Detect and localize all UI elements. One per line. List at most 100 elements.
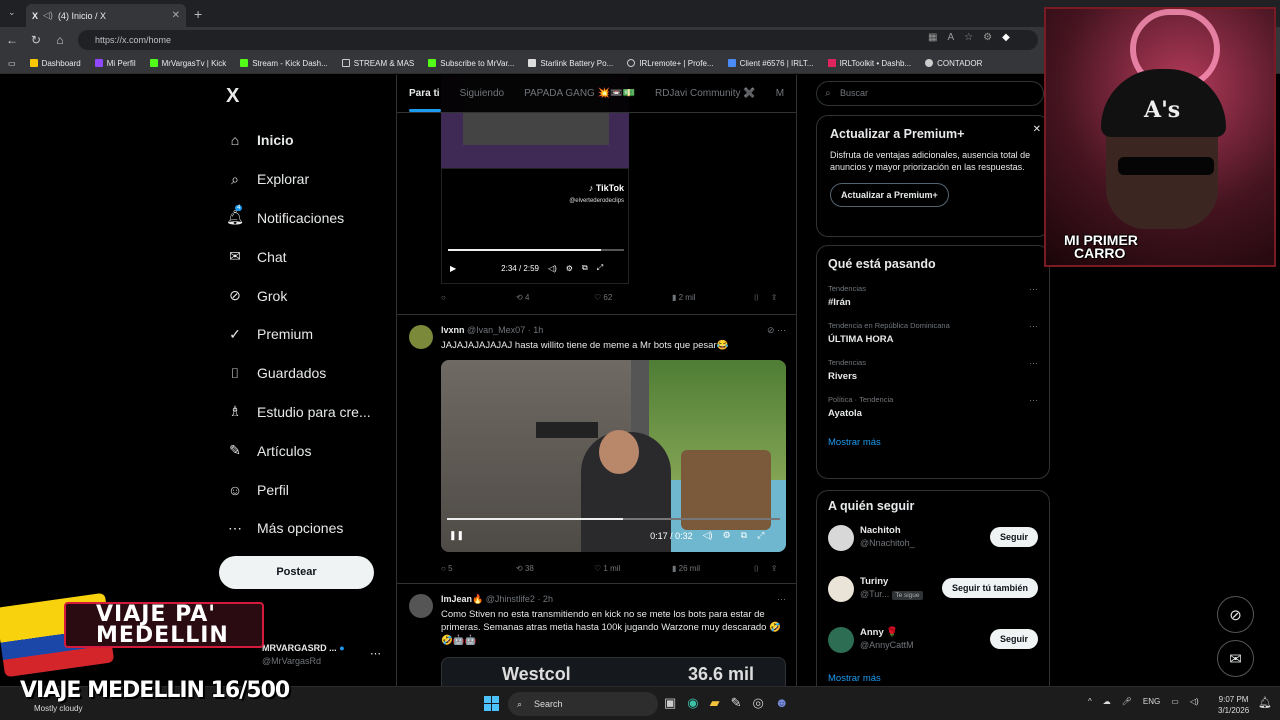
extension-icon[interactable]: ⚙	[983, 32, 992, 43]
close-tab-icon[interactable]: ✕	[172, 10, 180, 21]
author-name[interactable]: lvxnn	[441, 325, 465, 335]
tweet-media-preview[interactable]: Westcol 36.6 mil	[441, 657, 786, 686]
reply-button[interactable]: ○ 5	[441, 564, 516, 574]
sidebar-item-explorar[interactable]: ⌕ Explorar	[226, 160, 371, 199]
video-progress-bar[interactable]	[447, 518, 780, 520]
read-aloud-icon[interactable]: A	[947, 32, 954, 43]
tab-para-ti[interactable]: Para ti	[409, 88, 441, 112]
trend-item[interactable]: Tendencias #Irán ⋯	[828, 284, 1038, 308]
favorite-star-icon[interactable]: ☆	[964, 32, 973, 43]
tweet-time[interactable]: · 2h	[537, 594, 553, 604]
settings-icon[interactable]: ⚙	[566, 264, 573, 273]
file-explorer-icon[interactable]: ▰	[710, 695, 720, 711]
trend-more-icon[interactable]: ⋯	[1029, 284, 1038, 295]
follow-button[interactable]: Seguir	[989, 527, 1038, 547]
bookmark-item[interactable]: Mi Perfil	[94, 59, 136, 68]
avatar[interactable]	[409, 325, 433, 349]
views-button[interactable]: ▮ 2 mil	[672, 293, 754, 303]
tab-rdjavi-community[interactable]: RDJavi Community ✖️	[655, 88, 756, 99]
repost-button[interactable]: ⟲ 4	[516, 293, 594, 303]
tab-papada-gang[interactable]: PAPADA GANG 💥📼💵	[524, 88, 635, 99]
follow-back-button[interactable]: Seguir tú también	[941, 578, 1038, 598]
start-button[interactable]	[484, 696, 499, 711]
sidebar-item-mas-opciones[interactable]: ⋯ Más opciones	[226, 509, 371, 548]
taskbar-search[interactable]: ⌕ Search	[508, 692, 658, 716]
bookmark-item[interactable]: Client #6576 | IRLT...	[727, 59, 814, 68]
avatar[interactable]	[828, 576, 854, 602]
repost-button[interactable]: ⟲ 38	[516, 564, 594, 574]
share-icon[interactable]: ⇪	[771, 293, 778, 303]
trend-more-icon[interactable]: ⋯	[1029, 358, 1038, 369]
sidebar-item-grok[interactable]: ⊘ Grok	[226, 276, 371, 315]
search-input[interactable]: ⌕ Buscar	[816, 81, 1044, 106]
app-icon[interactable]: ✎	[731, 695, 742, 711]
fullscreen-icon[interactable]: ⤢	[597, 263, 603, 273]
weather-widget[interactable]: Mostly cloudy	[34, 704, 82, 713]
bookmark-item[interactable]: Stream - Kick Dash...	[240, 59, 328, 68]
sidebar-item-chat[interactable]: ✉ Chat	[226, 237, 371, 276]
pip-icon[interactable]: ⧉	[582, 263, 588, 273]
network-icon[interactable]: ▭	[1171, 697, 1179, 706]
bookmark-item[interactable]: CONTADOR	[925, 59, 982, 68]
fullscreen-icon[interactable]: ⤢	[757, 530, 764, 541]
pause-icon[interactable]: ❚❚	[449, 530, 464, 541]
sidebar-item-guardados[interactable]: ⌷ Guardados	[226, 354, 371, 393]
tweet-time[interactable]: · 1h	[528, 325, 544, 335]
author-handle[interactable]: @Jhinstlife2	[486, 594, 535, 604]
tweet[interactable]: ImJean🔥 @Jhinstlife2 · 2h ⋯ Como Stiven …	[397, 583, 796, 686]
bookmark-action-icon[interactable]: ⌷	[754, 564, 759, 574]
play-icon[interactable]: ▶	[450, 264, 456, 273]
avatar[interactable]	[828, 627, 854, 653]
app-icon[interactable]: ▦	[928, 32, 937, 43]
bookmark-item[interactable]: ▭	[8, 59, 16, 68]
like-button[interactable]: ♡ 1 mil	[594, 564, 672, 574]
sidebar-item-notificaciones[interactable]: 🔔︎ 4 Notificaciones	[226, 199, 371, 238]
sidebar-item-perfil[interactable]: ☺ Perfil	[226, 470, 371, 509]
tab-more[interactable]: M	[776, 88, 784, 99]
upgrade-premium-button[interactable]: Actualizar a Premium+	[830, 183, 949, 207]
new-tab-icon[interactable]: +	[194, 6, 202, 22]
follow-suggestion[interactable]: Turiny @Tur... Te sigue Seguir tú también	[828, 572, 1038, 615]
tweet-more-icon[interactable]: ⊘ ⋯	[767, 325, 786, 336]
avatar[interactable]	[409, 594, 433, 618]
bookmark-item[interactable]: Subscribe to MrVar...	[428, 59, 514, 68]
bookmark-item[interactable]: Starlink Battery Po...	[528, 59, 613, 68]
extension-diamond-icon[interactable]: ◆	[1002, 32, 1010, 43]
bookmark-item[interactable]: IRLToolkit • Dashb...	[827, 59, 911, 68]
language-indicator[interactable]: ENG	[1143, 697, 1160, 706]
trend-item[interactable]: Tendencia en República Dominicana ÚLTIMA …	[828, 321, 1038, 345]
follow-suggestion[interactable]: Nachitoh @Nnachitoh_ Seguir	[828, 521, 1038, 564]
grok-float-icon[interactable]: ⊘	[1217, 596, 1254, 633]
task-view-icon[interactable]: ▣	[664, 695, 676, 711]
trend-item[interactable]: Política · Tendencia Ayatola ⋯	[828, 395, 1038, 419]
audio-icon[interactable]: ◁)	[43, 10, 53, 21]
obs-icon[interactable]: ◎	[753, 695, 764, 711]
clock[interactable]: 9:07 PM 3/1/2026	[1218, 694, 1249, 716]
pip-icon[interactable]: ⧉	[741, 530, 747, 541]
follow-show-more-link[interactable]: Mostrar más	[828, 673, 881, 684]
close-icon[interactable]: ✕	[1033, 124, 1041, 135]
cloud-icon[interactable]: ☁	[1103, 697, 1111, 706]
video-progress-bar[interactable]	[448, 249, 624, 251]
chevron-up-icon[interactable]: ^	[1088, 697, 1092, 706]
browser-tab[interactable]: X ◁) (4) Inicio / X ✕	[26, 4, 186, 27]
bookmark-item[interactable]: Dashboard	[29, 59, 81, 68]
volume-icon[interactable]: ◁)	[703, 530, 713, 541]
tweet-more-icon[interactable]: ⋯	[777, 594, 786, 605]
x-logo-icon[interactable]: X	[226, 85, 239, 108]
tab-siguiendo[interactable]: Siguiendo	[460, 88, 504, 99]
speaker-icon[interactable]: ◁)	[1190, 697, 1199, 706]
mic-icon[interactable]: 🎤︎	[1122, 697, 1132, 706]
like-button[interactable]: ♡ 62	[594, 293, 672, 303]
reply-icon[interactable]: ○	[441, 293, 516, 303]
account-switcher[interactable]: MRVARGASRD ... ● @MrVargasRd	[262, 643, 345, 666]
tweet[interactable]: lvxnn @Ivan_Mex07 · 1h ⊘ ⋯ JAJAJAJAJAJAJ…	[397, 314, 796, 584]
sidebar-item-inicio[interactable]: ⌂ Inicio	[226, 121, 371, 160]
avatar[interactable]	[828, 525, 854, 551]
trend-more-icon[interactable]: ⋯	[1029, 395, 1038, 406]
discord-icon[interactable]: ☻	[775, 695, 789, 711]
author-name[interactable]: ImJean🔥	[441, 594, 483, 604]
bookmark-item[interactable]: IRLremote+ | Profe...	[627, 59, 714, 68]
follow-suggestion[interactable]: Anny 🌹 @AnnyCattM Seguir	[828, 623, 1038, 666]
sidebar-item-articulos[interactable]: ✎ Artículos	[226, 431, 371, 470]
